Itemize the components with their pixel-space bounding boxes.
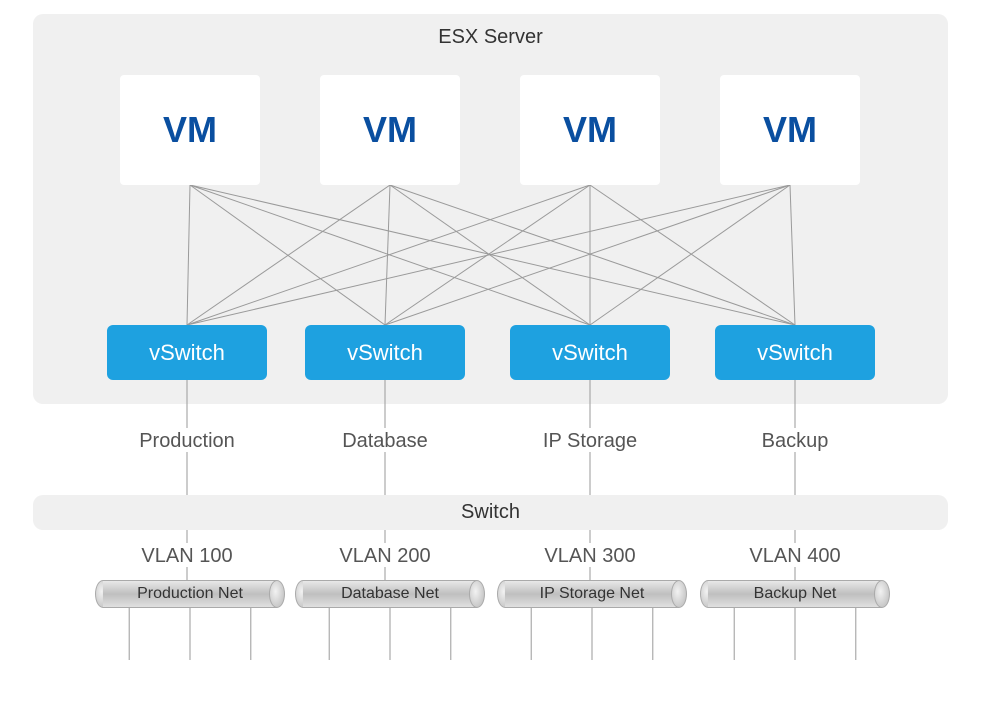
vm-box-2: VM bbox=[520, 75, 660, 185]
vswitch-box-2: vSwitch bbox=[510, 325, 670, 380]
network-label-0: Production bbox=[107, 430, 267, 453]
net-pipe-0: Production Net bbox=[95, 580, 285, 608]
pipe-cap-icon bbox=[269, 580, 285, 608]
pipe-label: Backup Net bbox=[708, 580, 882, 608]
network-label-2: IP Storage bbox=[510, 430, 670, 453]
network-label-1: Database bbox=[305, 430, 465, 453]
network-label-3: Backup bbox=[715, 430, 875, 453]
pipe-label: IP Storage Net bbox=[505, 580, 679, 608]
switch-bar: Switch bbox=[33, 495, 948, 530]
net-pipe-1: Database Net bbox=[295, 580, 485, 608]
vlan-label-3: VLAN 400 bbox=[715, 545, 875, 568]
vm-box-0: VM bbox=[120, 75, 260, 185]
pipe-label: Database Net bbox=[303, 580, 477, 608]
esx-server-title: ESX Server bbox=[33, 26, 948, 49]
diagram-canvas: ESX Server VM VM VM VM vSwitch vSwitch v… bbox=[0, 0, 981, 703]
vlan-label-0: VLAN 100 bbox=[107, 545, 267, 568]
vm-box-1: VM bbox=[320, 75, 460, 185]
pipe-cap-icon bbox=[671, 580, 687, 608]
pipe-cap-icon bbox=[469, 580, 485, 608]
pipe-label: Production Net bbox=[103, 580, 277, 608]
net-pipe-2: IP Storage Net bbox=[497, 580, 687, 608]
vswitch-box-1: vSwitch bbox=[305, 325, 465, 380]
vm-box-3: VM bbox=[720, 75, 860, 185]
pipe-cap-icon bbox=[874, 580, 890, 608]
net-pipe-3: Backup Net bbox=[700, 580, 890, 608]
vswitch-box-3: vSwitch bbox=[715, 325, 875, 380]
vlan-label-1: VLAN 200 bbox=[305, 545, 465, 568]
vlan-label-2: VLAN 300 bbox=[510, 545, 670, 568]
vswitch-box-0: vSwitch bbox=[107, 325, 267, 380]
